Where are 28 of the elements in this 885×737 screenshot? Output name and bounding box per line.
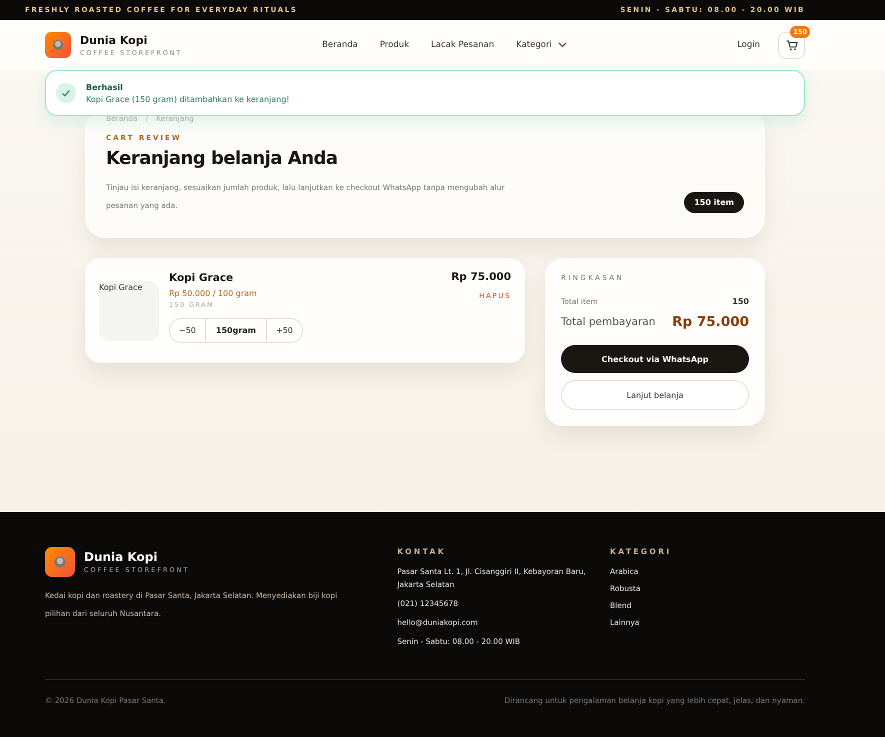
image-alt-text: Kopi Grace	[99, 282, 144, 294]
nav-link[interactable]: Produk	[380, 40, 410, 50]
checkout-button[interactable]: Checkout via WhatsApp	[561, 345, 749, 373]
nav-dropdown[interactable]: Kategori	[516, 40, 567, 50]
coffee-cup-logo-icon	[45, 547, 75, 577]
item-total: Rp 75.000	[451, 271, 511, 283]
unit-price: Rp 50.000 / 100 gram	[169, 289, 258, 298]
nav-link[interactable]: Beranda	[322, 40, 358, 50]
continue-shopping-button[interactable]: Lanjut belanja	[561, 380, 749, 410]
quantity-value: 150gram	[204, 319, 267, 342]
decrease-button[interactable]: −50	[170, 319, 205, 342]
coffee-cup-logo-icon[interactable]	[45, 32, 71, 58]
toast-message: Kopi Grace (150 gram) ditambahkan ke keranjang!	[86, 94, 290, 104]
cart-icon	[786, 40, 798, 50]
check-icon	[56, 83, 76, 103]
chevron-down-icon	[558, 42, 567, 48]
total-payment-value: Rp 75.000	[672, 314, 749, 330]
toast-title: Berhasil	[86, 82, 124, 92]
page-title: Keranjang belanja Anda	[106, 148, 339, 169]
footer-brand-name: Dunia Kopi	[84, 550, 158, 564]
total-payment-label: Total pembayaran	[561, 316, 656, 328]
increase-button[interactable]: +50	[267, 319, 302, 342]
total-items-value: 150	[732, 297, 749, 306]
item-count-pill: 150 item	[684, 192, 744, 213]
login-link[interactable]: Login	[737, 40, 760, 50]
brand-name: Dunia Kopi	[80, 34, 148, 46]
nav-link[interactable]: Lacak Pesanan	[431, 40, 494, 50]
product-name: Kopi Grace	[169, 272, 234, 284]
